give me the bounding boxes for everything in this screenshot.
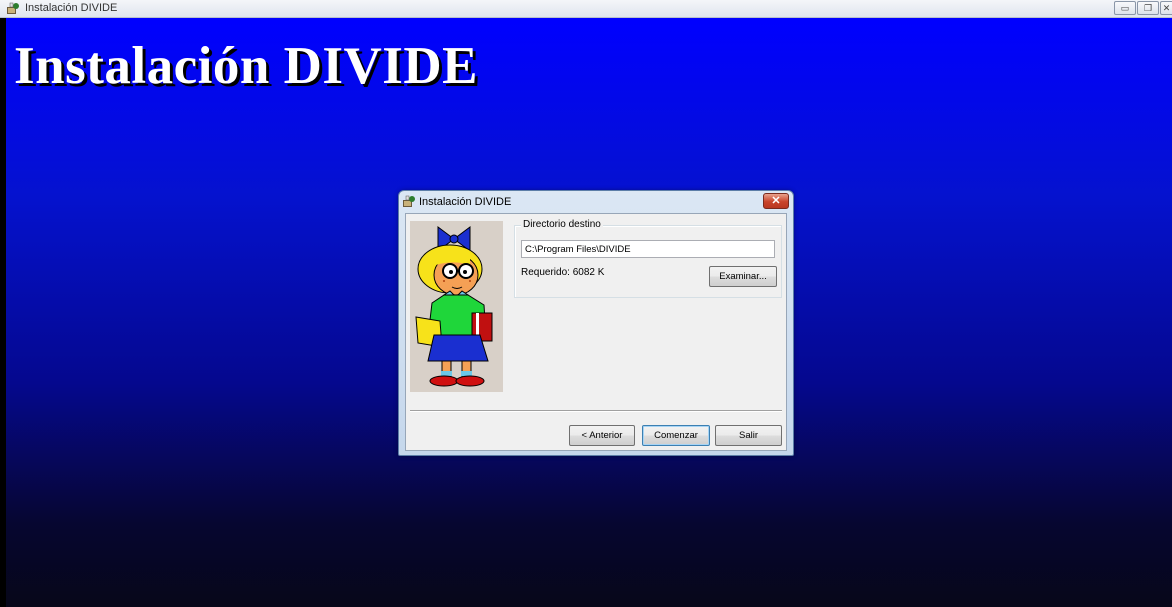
page-title: Instalación DIVIDE <box>14 37 479 95</box>
close-window-button[interactable]: ✕ <box>1160 1 1172 15</box>
start-button[interactable]: Comenzar <box>642 425 710 446</box>
illustration-graphic <box>410 221 503 392</box>
dialog-title: Instalación DIVIDE <box>419 196 512 208</box>
destination-path-input[interactable] <box>521 240 775 258</box>
installer-icon <box>7 2 19 14</box>
exit-button[interactable]: Salir <box>715 425 782 446</box>
dialog-titlebar[interactable]: Instalación DIVIDE ✕ <box>399 191 793 213</box>
installer-dialog: Instalación DIVIDE ✕ Directorio destino … <box>398 190 794 456</box>
close-icon: ✕ <box>1162 3 1171 13</box>
group-label: Directorio destino <box>521 219 603 230</box>
destination-directory-group: Directorio destino Requerido: 6082 K Exa… <box>514 219 782 298</box>
window-controls: ▭ ❐ ✕ <box>1114 1 1172 17</box>
required-space-text: Requerido: 6082 K <box>521 267 605 278</box>
restore-icon: ❐ <box>1143 3 1153 13</box>
dialog-body: Directorio destino Requerido: 6082 K Exa… <box>405 213 787 451</box>
dialog-close-button[interactable]: ✕ <box>763 193 789 209</box>
minimize-button[interactable]: ▭ <box>1114 1 1136 15</box>
girl-with-books-illustration <box>410 221 503 392</box>
installer-icon <box>403 195 415 207</box>
outer-titlebar: Instalación DIVIDE ▭ ❐ ✕ <box>0 0 1172 18</box>
window-title: Instalación DIVIDE <box>25 2 118 14</box>
minimize-icon: ▭ <box>1120 3 1130 13</box>
back-button[interactable]: < Anterior <box>569 425 635 446</box>
restore-button[interactable]: ❐ <box>1137 1 1159 15</box>
close-icon: ✕ <box>771 195 781 207</box>
divider <box>410 410 782 412</box>
browse-button[interactable]: Examinar... <box>709 266 777 287</box>
